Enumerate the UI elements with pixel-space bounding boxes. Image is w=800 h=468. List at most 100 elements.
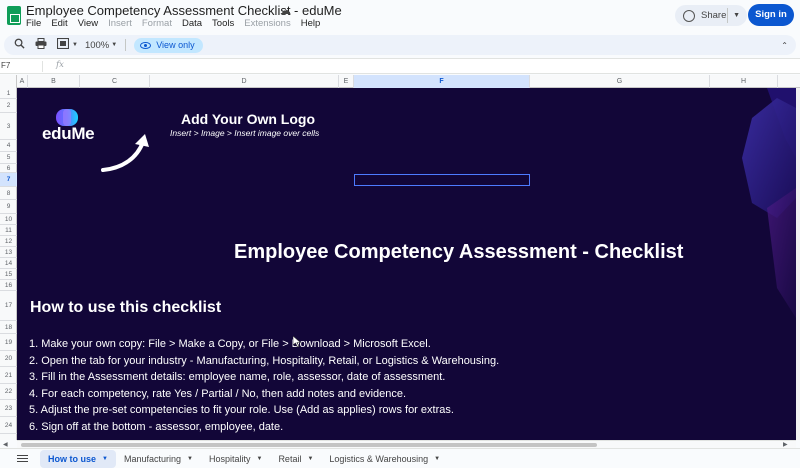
globe-icon (683, 9, 695, 22)
add-logo-subtitle: Insert > Image > Insert image over cells (170, 128, 320, 138)
tab-manufacturing[interactable]: Manufacturing ▼ (116, 450, 201, 468)
horizontal-scrollbar[interactable]: ◀ ▶ (3, 440, 796, 448)
chevron-down-icon[interactable]: ▼ (434, 456, 440, 462)
zoom-fit-icon[interactable] (56, 37, 70, 52)
view-only-badge[interactable]: View only (134, 37, 203, 53)
tab-logistics-warehousing[interactable]: Logistics & Warehousing ▼ (321, 450, 448, 468)
menu-extensions[interactable]: Extensions (244, 18, 290, 31)
decorative-shapes (742, 88, 796, 318)
formula-bar: F7 fx (0, 58, 800, 74)
tab-retail[interactable]: Retail ▼ (270, 450, 321, 468)
horizontal-scroll-thumb[interactable] (21, 443, 597, 447)
row-header-16[interactable]: 16 (0, 280, 17, 291)
instruction-step: 2. Open the tab for your industry - Manu… (29, 354, 500, 367)
column-header-c[interactable]: C (80, 75, 150, 88)
curved-arrow-icon (101, 134, 149, 172)
instruction-step: 6. Sign off at the bottom - assessor, em… (29, 420, 284, 433)
print-icon[interactable] (34, 38, 48, 52)
row-header-4[interactable]: 4 (0, 140, 17, 152)
chevron-down-icon[interactable]: ▼ (733, 12, 740, 19)
chevron-down-icon[interactable]: ▼ (111, 42, 117, 48)
tab-label: How to use (48, 453, 97, 464)
row-header-1[interactable]: 1 (0, 88, 17, 99)
column-header-f[interactable]: F (354, 75, 530, 88)
how-to-title: How to use this checklist (30, 299, 222, 316)
scroll-left-icon[interactable]: ◀ (3, 441, 8, 448)
instruction-steps: 1. Make your own copy: File > Make a Cop… (29, 336, 499, 435)
cloud-saved-icon[interactable]: ☁ (280, 4, 291, 17)
column-header-b[interactable]: B (28, 75, 80, 88)
document-title[interactable]: Employee Competency Assessment Checklist… (26, 3, 342, 18)
column-header-d[interactable]: D (150, 75, 339, 88)
instruction-step: 5. Adjust the pre-set competencies to fi… (29, 404, 454, 416)
row-header-13[interactable]: 13 (0, 247, 17, 258)
sign-in-button[interactable]: Sign in (748, 4, 794, 26)
menu-tools[interactable]: Tools (212, 18, 234, 31)
row-header-15[interactable]: 15 (0, 269, 17, 280)
row-header-23[interactable]: 23 (0, 400, 17, 417)
row-header-2[interactable]: 2 (0, 99, 17, 113)
sheet-tab-bar: How to use ▼ Manufacturing ▼ Hospitality… (0, 448, 800, 468)
row-header-11[interactable]: 11 (0, 225, 17, 236)
row-header-19[interactable]: 19 (0, 334, 17, 351)
tab-hospitality[interactable]: Hospitality ▼ (201, 450, 270, 468)
column-header-e[interactable]: E (339, 75, 354, 88)
share-button[interactable]: Share ▼ (675, 5, 747, 26)
column-header: A B C D E F G H (0, 75, 800, 88)
menu-data[interactable]: Data (182, 18, 202, 31)
row-header-3[interactable]: 3 (0, 113, 17, 140)
formula-divider (42, 61, 43, 72)
row-header-12[interactable]: 12 (0, 236, 17, 247)
tab-label: Retail (278, 453, 302, 464)
vertical-scrollbar[interactable] (796, 88, 800, 440)
main-title: Employee Competency Assessment - Checkli… (234, 241, 684, 263)
row-header-24[interactable]: 24 (0, 417, 17, 434)
select-all-corner[interactable] (0, 75, 17, 88)
row-header: 1 2 3 4 5 6 7 8 9 10 11 12 13 14 15 16 1… (0, 88, 17, 440)
scroll-right-icon[interactable]: ▶ (783, 441, 788, 448)
sheets-logo-icon[interactable] (7, 6, 21, 25)
zoom-level[interactable]: 100% (85, 40, 109, 51)
row-header-8[interactable]: 8 (0, 187, 17, 200)
row-header-17[interactable]: 17 (0, 291, 17, 321)
menu-insert[interactable]: Insert (108, 18, 132, 31)
menu-file[interactable]: File (26, 18, 41, 31)
row-header-9[interactable]: 9 (0, 200, 17, 214)
instruction-step: 3. Fill in the Assessment details: emplo… (29, 371, 446, 383)
row-header-20[interactable]: 20 (0, 351, 17, 367)
column-header-h[interactable]: H (710, 75, 778, 88)
all-sheets-menu-icon[interactable] (17, 454, 28, 463)
chevron-up-icon[interactable]: ⌃ (781, 41, 788, 50)
row-header-5[interactable]: 5 (0, 152, 17, 164)
mouse-cursor-icon (293, 336, 301, 347)
chevron-down-icon[interactable]: ▼ (72, 42, 78, 48)
tab-how-to-use[interactable]: How to use ▼ (40, 449, 116, 468)
name-box[interactable]: F7 (0, 61, 36, 70)
row-header-22[interactable]: 22 (0, 384, 17, 400)
row-header-18[interactable]: 18 (0, 321, 17, 334)
sheet-canvas[interactable]: eduMe Add Your Own Logo Insert > Image >… (17, 88, 796, 440)
row-header-10[interactable]: 10 (0, 214, 17, 225)
column-header-a[interactable]: A (17, 75, 28, 88)
row-header-7[interactable]: 7 (0, 173, 17, 187)
row-header-14[interactable]: 14 (0, 258, 17, 269)
chevron-down-icon[interactable]: ▼ (187, 456, 193, 462)
menu-bar: File Edit View Insert Format Data Tools … (26, 18, 320, 31)
menu-format[interactable]: Format (142, 18, 172, 31)
chevron-down-icon[interactable]: ▼ (102, 456, 108, 462)
row-header-21[interactable]: 21 (0, 367, 17, 384)
row-header-6[interactable]: 6 (0, 164, 17, 173)
menu-view[interactable]: View (78, 18, 98, 31)
chevron-down-icon[interactable]: ▼ (256, 456, 262, 462)
add-logo-title: Add Your Own Logo (181, 111, 316, 127)
spreadsheet-app: Employee Competency Assessment Checklist… (0, 0, 800, 468)
search-icon[interactable] (12, 38, 26, 52)
column-header-g[interactable]: G (530, 75, 710, 88)
menu-help[interactable]: Help (301, 18, 321, 31)
instruction-step: 4. For each competency, rate Yes / Parti… (29, 387, 407, 400)
chevron-down-icon[interactable]: ▼ (307, 456, 313, 462)
toolbar: ▼ 100% ▼ View only ⌃ (4, 35, 796, 55)
tab-label: Hospitality (208, 453, 251, 464)
menu-edit[interactable]: Edit (51, 18, 67, 31)
selected-cell-f7[interactable] (354, 174, 530, 186)
